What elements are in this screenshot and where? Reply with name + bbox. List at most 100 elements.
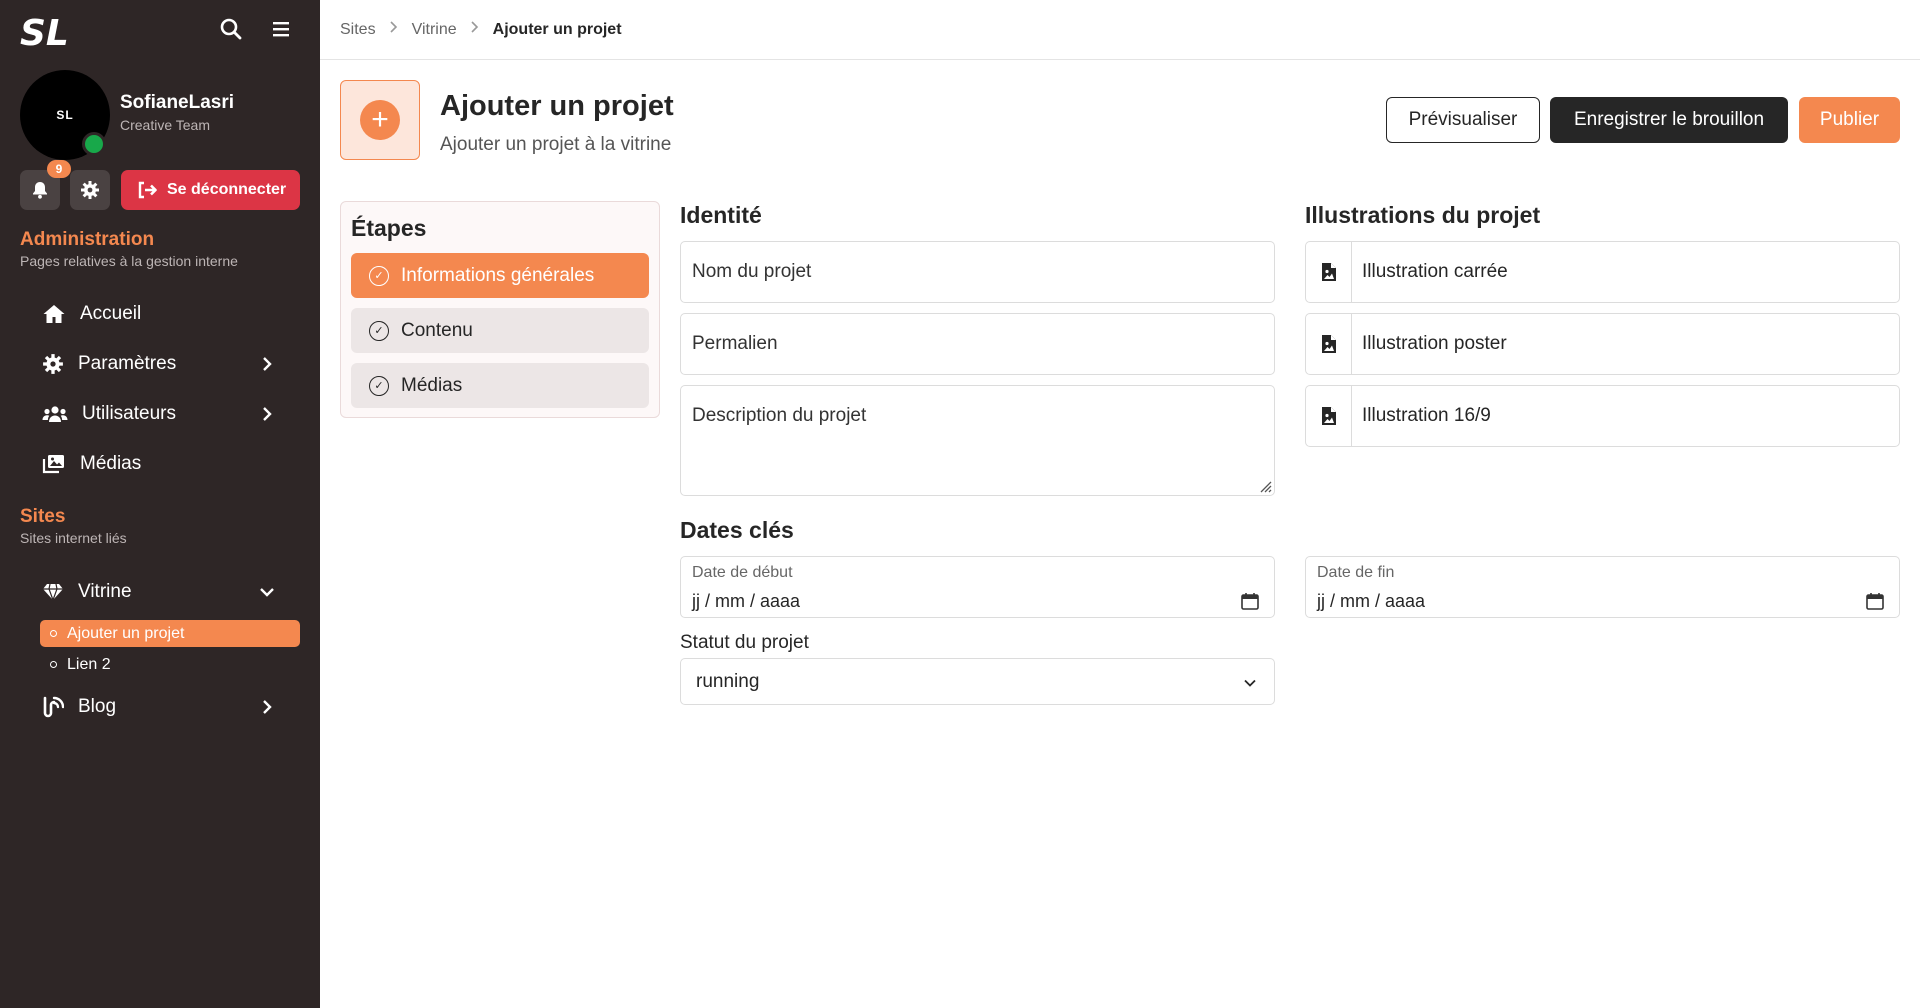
sidebar-item-label: Utilisateurs xyxy=(82,403,176,424)
sidebar-item-accueil[interactable]: Accueil xyxy=(42,296,282,332)
permalink-input[interactable]: Permalien xyxy=(680,313,1275,375)
chevron-right-icon xyxy=(263,407,272,421)
user-name: SofianeLasri xyxy=(120,92,235,113)
chevron-down-icon xyxy=(1244,679,1256,687)
steps-panel: Étapes ✓ Informations générales ✓ Conten… xyxy=(340,201,660,418)
end-date-label: Date de fin xyxy=(1317,564,1395,581)
step-medias[interactable]: ✓ Médias xyxy=(351,363,649,408)
svg-text:SL: SL xyxy=(20,14,69,48)
blog-icon xyxy=(43,696,64,718)
calendar-icon[interactable] xyxy=(1240,591,1260,611)
admin-section-subtitle: Pages relatives à la gestion interne xyxy=(20,253,238,269)
end-date-value: jj / mm / aaaa xyxy=(1317,591,1426,611)
admin-section-title: Administration xyxy=(20,229,155,250)
save-draft-button[interactable]: Enregistrer le brouillon xyxy=(1550,97,1788,143)
logout-icon xyxy=(138,181,157,199)
logout-button[interactable]: Se déconnecter xyxy=(121,170,300,210)
online-status-indicator xyxy=(82,132,106,156)
sidebar-item-blog[interactable]: Blog xyxy=(42,689,282,725)
sidebar-item-utilisateurs[interactable]: Utilisateurs xyxy=(42,396,282,432)
check-circle-icon: ✓ xyxy=(369,265,389,286)
images-icon xyxy=(42,455,64,474)
page-icon: + xyxy=(340,80,420,160)
sidebar-subitem-label: Lien 2 xyxy=(67,655,111,673)
description-textarea[interactable]: Description du projet xyxy=(680,385,1275,496)
chevron-down-icon xyxy=(260,588,274,597)
file-image-icon xyxy=(1306,386,1352,446)
dates-section-title: Dates clés xyxy=(680,517,794,543)
plus-icon: + xyxy=(360,100,400,140)
breadcrumb-item-sites[interactable]: Sites xyxy=(340,21,376,39)
chevron-right-icon xyxy=(263,357,272,371)
sidebar-subitem-lien-2[interactable]: Lien 2 xyxy=(40,651,300,678)
illustration-16-9-input[interactable]: Illustration 16/9 xyxy=(1305,385,1900,447)
bell-icon xyxy=(33,182,47,199)
resize-handle-icon[interactable] xyxy=(1258,479,1272,493)
start-date-label: Date de début xyxy=(692,564,793,581)
step-contenu[interactable]: ✓ Contenu xyxy=(351,308,649,353)
sidebar-item-label: Accueil xyxy=(80,303,142,324)
breadcrumb: Sites Vitrine Ajouter un projet xyxy=(320,0,1920,60)
menu-icon[interactable] xyxy=(268,16,294,42)
sidebar: SL SL SofianeLasri Creative Team 9 Se dé… xyxy=(0,0,320,1008)
end-date-input[interactable]: Date de fin jj / mm / aaaa xyxy=(1305,556,1900,618)
sidebar-item-label: Blog xyxy=(78,696,117,717)
file-image-icon xyxy=(1306,314,1352,374)
sidebar-item-vitrine[interactable]: Vitrine xyxy=(42,574,282,610)
calendar-icon[interactable] xyxy=(1865,591,1885,611)
step-informations-generales[interactable]: ✓ Informations générales xyxy=(351,253,649,298)
illustration-label: Illustration carrée xyxy=(1362,261,1508,282)
gear-icon xyxy=(81,181,99,199)
settings-button[interactable] xyxy=(70,170,110,210)
search-icon[interactable] xyxy=(218,16,244,42)
sites-section-title: Sites xyxy=(20,506,66,527)
logo[interactable]: SL xyxy=(20,13,95,54)
start-date-value: jj / mm / aaaa xyxy=(692,591,801,611)
sidebar-subitem-ajouter-un-projet[interactable]: Ajouter un projet xyxy=(40,620,300,647)
illustration-poster-input[interactable]: Illustration poster xyxy=(1305,313,1900,375)
status-select[interactable]: running xyxy=(680,658,1275,705)
sites-section-subtitle: Sites internet liés xyxy=(20,530,127,546)
gear-icon xyxy=(43,354,63,374)
sidebar-item-label: Médias xyxy=(80,453,142,474)
sidebar-item-label: Paramètres xyxy=(78,353,177,374)
page-subtitle: Ajouter un projet à la vitrine xyxy=(440,134,672,155)
illustrations-section-title: Illustrations du projet xyxy=(1305,202,1541,228)
step-label: Informations générales xyxy=(401,264,595,286)
illustration-square-input[interactable]: Illustration carrée xyxy=(1305,241,1900,303)
description-placeholder: Description du projet xyxy=(692,405,867,426)
step-label: Contenu xyxy=(401,319,473,341)
user-team: Creative Team xyxy=(120,117,211,133)
illustration-label: Illustration 16/9 xyxy=(1362,405,1491,426)
identity-section-title: Identité xyxy=(680,202,762,228)
status-label: Statut du projet xyxy=(680,632,809,653)
breadcrumb-item-current: Ajouter un projet xyxy=(492,20,622,38)
bullet-icon xyxy=(50,630,57,637)
steps-title: Étapes xyxy=(351,215,427,241)
check-circle-icon: ✓ xyxy=(369,375,389,396)
logout-label: Se déconnecter xyxy=(167,181,287,198)
home-icon xyxy=(43,305,65,323)
users-icon xyxy=(42,406,68,422)
illustration-label: Illustration poster xyxy=(1362,333,1507,354)
step-label: Médias xyxy=(401,374,463,396)
start-date-input[interactable]: Date de début jj / mm / aaaa xyxy=(680,556,1275,618)
breadcrumb-item-vitrine[interactable]: Vitrine xyxy=(412,21,457,39)
chevron-right-icon xyxy=(469,20,481,39)
sidebar-item-label: Vitrine xyxy=(78,581,132,602)
sidebar-item-parametres[interactable]: Paramètres xyxy=(42,346,282,382)
publish-button[interactable]: Publier xyxy=(1799,97,1900,143)
page-title: Ajouter un projet xyxy=(440,90,674,122)
gem-icon xyxy=(43,583,63,602)
chevron-right-icon xyxy=(263,700,272,714)
avatar-initials: SL xyxy=(56,108,74,122)
notification-count-badge: 9 xyxy=(47,160,71,178)
chevron-right-icon xyxy=(388,20,400,39)
sidebar-item-medias[interactable]: Médias xyxy=(42,446,282,482)
bullet-icon xyxy=(50,661,57,668)
sidebar-subitem-label: Ajouter un projet xyxy=(67,624,185,642)
check-circle-icon: ✓ xyxy=(369,320,389,341)
status-selected-value: running xyxy=(696,670,760,692)
project-name-input[interactable]: Nom du projet xyxy=(680,241,1275,303)
preview-button[interactable]: Prévisualiser xyxy=(1386,97,1540,143)
